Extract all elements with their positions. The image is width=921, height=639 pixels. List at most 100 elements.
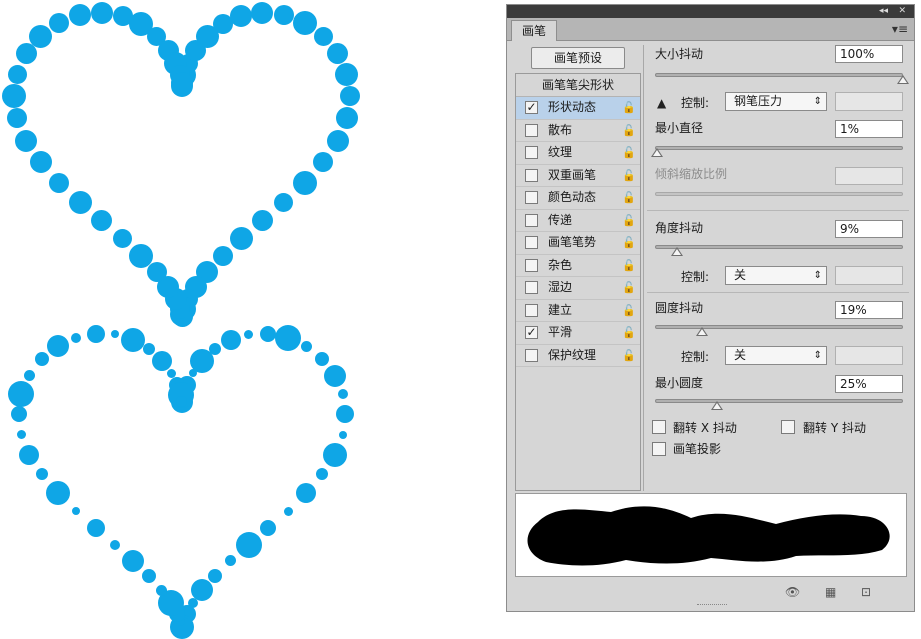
angle-jitter-field[interactable]: 9% <box>835 220 903 238</box>
grid-icon[interactable]: ▦ <box>825 585 836 599</box>
brush-dot <box>29 151 52 174</box>
option-checkbox[interactable] <box>525 191 538 204</box>
brush-dot <box>86 324 105 343</box>
option-checkbox[interactable] <box>525 348 538 362</box>
option-checkbox[interactable] <box>525 213 538 227</box>
panel-menu-icon[interactable]: ▾≡ <box>892 22 908 36</box>
panel-topbar: ◂◂ ✕ <box>507 5 914 18</box>
brush-option-item[interactable]: 杂色 🔓 <box>516 255 640 277</box>
option-label: 湿边 <box>548 280 573 294</box>
flip-x-jitter-checkbox[interactable] <box>652 420 666 434</box>
brush-option-item[interactable]: 画笔笔势 🔓 <box>516 232 640 255</box>
min-roundness-slider-thumb[interactable] <box>711 401 723 410</box>
brush-dot <box>220 329 241 350</box>
unlock-icon[interactable]: 🔓 <box>622 187 636 209</box>
option-label: 传递 <box>548 212 573 227</box>
brush-option-item[interactable]: 保护纹理 🔓 <box>516 345 640 367</box>
new-brush-icon[interactable]: ⊡ <box>861 585 871 599</box>
eye-brush-icon[interactable]: 👁 <box>785 585 800 599</box>
unlock-icon[interactable]: 🔓 <box>622 120 636 142</box>
resize-grip[interactable] <box>697 604 727 609</box>
size-jitter-slider-thumb[interactable] <box>897 75 909 84</box>
brush-dot <box>323 364 346 387</box>
brush-option-item[interactable]: 湿边 🔓 <box>516 277 640 300</box>
size-jitter-slider[interactable] <box>655 73 903 77</box>
brush-dot <box>335 107 358 130</box>
option-checkbox[interactable]: ✓ <box>525 101 538 114</box>
unlock-icon[interactable]: 🔓 <box>622 210 636 232</box>
size-jitter-field[interactable]: 100% <box>835 45 903 63</box>
brush-option-item[interactable]: 双重画笔 🔓 <box>516 165 640 187</box>
brush-dot <box>235 531 262 558</box>
unlock-icon[interactable]: 🔓 <box>622 232 636 254</box>
roundness-jitter-field[interactable]: 19% <box>835 301 903 319</box>
option-checkbox[interactable]: ✓ <box>525 326 538 339</box>
select-arrow-icon: ⇕ <box>813 350 822 361</box>
brush-option-item[interactable]: 散布 🔓 <box>516 120 640 142</box>
option-checkbox[interactable] <box>525 303 538 317</box>
brush-dot <box>90 1 113 24</box>
brush-dot <box>15 129 38 152</box>
control-select-value: 钢笔压力 <box>734 94 783 108</box>
brush-option-item[interactable]: 建立 🔓 <box>516 300 640 322</box>
control-extra-field <box>835 92 903 111</box>
brush-option-item[interactable]: 纹理 🔓 <box>516 142 640 165</box>
brush-option-item[interactable]: ✓ 平滑 🔓 <box>516 322 640 345</box>
option-checkbox[interactable] <box>525 146 538 159</box>
unlock-icon[interactable]: 🔓 <box>622 322 636 344</box>
brush-option-item[interactable]: ✓ 形状动态 🔓 <box>516 97 640 120</box>
brush-dot <box>209 342 222 355</box>
unlock-icon[interactable]: 🔓 <box>622 97 636 119</box>
option-checkbox[interactable] <box>525 258 538 272</box>
select-arrow-icon: ⇕ <box>813 96 822 107</box>
min-roundness-slider[interactable] <box>655 399 903 403</box>
min-roundness-field[interactable]: 25% <box>835 375 903 393</box>
min-diameter-slider-thumb[interactable] <box>651 148 664 157</box>
brush-dot <box>142 342 155 355</box>
min-diameter-field[interactable]: 1% <box>835 120 903 138</box>
brush-dot <box>29 24 53 48</box>
unlock-icon[interactable]: 🔓 <box>622 300 636 322</box>
angle-jitter-slider[interactable] <box>655 245 903 249</box>
brush-dot <box>170 71 193 94</box>
brush-projection-checkbox[interactable] <box>652 442 666 456</box>
brush-dot <box>2 84 26 108</box>
unlock-icon[interactable]: 🔓 <box>622 165 636 187</box>
brush-option-item[interactable]: 传递 🔓 <box>516 210 640 232</box>
min-diameter-slider[interactable] <box>655 146 903 150</box>
option-checkbox[interactable] <box>525 236 538 249</box>
option-checkbox[interactable] <box>525 168 538 182</box>
control-select-pen-pressure[interactable]: 钢笔压力 ⇕ <box>725 92 827 111</box>
control-extra-field-2 <box>835 266 903 285</box>
unlock-icon[interactable]: 🔓 <box>622 142 636 164</box>
roundness-jitter-slider-thumb[interactable] <box>696 327 709 336</box>
brush-dot <box>71 507 80 516</box>
angle-jitter-slider-thumb[interactable] <box>671 247 684 256</box>
roundness-jitter-slider[interactable] <box>655 325 903 329</box>
unlock-icon[interactable]: 🔓 <box>622 345 636 367</box>
brush-dot <box>208 569 223 584</box>
flip-y-jitter-checkbox[interactable] <box>781 420 795 434</box>
unlock-icon[interactable]: 🔓 <box>622 255 636 277</box>
control-select-angle[interactable]: 关 ⇕ <box>725 266 827 285</box>
control-label: 控制: <box>681 96 710 110</box>
brush-dot <box>46 335 69 358</box>
brush-tip-shape-item[interactable]: 画笔笔尖形状 <box>516 74 640 97</box>
brush-dot <box>244 329 254 339</box>
brush-option-item[interactable]: 颜色动态 🔓 <box>516 187 640 210</box>
brush-dot <box>122 549 145 572</box>
brush-dot <box>69 4 91 27</box>
brush-dot <box>335 62 359 86</box>
option-label: 保护纹理 <box>548 347 597 362</box>
close-icon[interactable]: ✕ <box>898 5 906 18</box>
brush-presets-button[interactable]: 画笔预设 <box>531 47 625 69</box>
option-checkbox[interactable] <box>525 281 538 294</box>
brush-dot <box>212 246 233 267</box>
brush-projection-label: 画笔投影 <box>673 442 722 456</box>
double-chevron-left-icon[interactable]: ◂◂ <box>879 5 888 18</box>
tab-brush[interactable]: 画笔 <box>511 20 557 41</box>
control-select-roundness[interactable]: 关 ⇕ <box>725 346 827 365</box>
option-checkbox[interactable] <box>525 123 538 137</box>
select-arrow-icon: ⇕ <box>813 270 822 281</box>
unlock-icon[interactable]: 🔓 <box>622 277 636 299</box>
